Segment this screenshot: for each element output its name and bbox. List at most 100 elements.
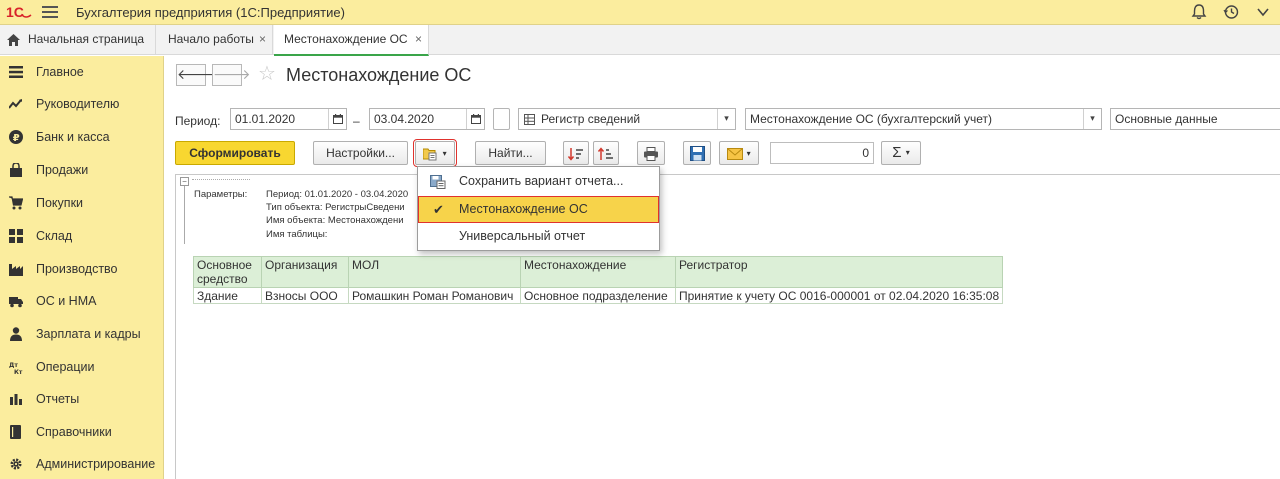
sidebar-item-sales[interactable]: Продажи [0,154,164,186]
param-object-type: Тип объекта: РегистрыСведени [266,202,405,213]
tab-home[interactable]: Начальная страница [0,25,156,55]
bar-chart-icon [10,394,22,405]
sum-button[interactable]: Σ ▾ [881,141,921,165]
svg-text:1C: 1C [6,4,24,20]
ruble-icon: ₽ [9,130,23,144]
sidebar-item-administration[interactable]: Администрирование [0,448,164,479]
sort-descending-button[interactable] [593,141,619,165]
generate-button[interactable]: Сформировать [175,141,295,165]
sidebar-item-bank[interactable]: ₽ Банк и касса [0,121,164,153]
settings-button[interactable]: Настройки... [313,141,408,165]
period-label: Период: [175,114,221,128]
print-button[interactable] [637,141,665,165]
main-menu-icon[interactable] [42,6,58,18]
history-icon[interactable] [1222,3,1240,21]
close-icon[interactable]: × [415,25,422,54]
sidebar-item-label: Продажи [36,163,89,177]
sidebar-item-label: Руководителю [36,97,120,111]
envelope-icon [727,147,744,160]
dt-kt-icon: ДтКт [9,362,23,374]
sidebar-item-reports[interactable]: Отчеты [0,383,164,415]
1c-logo-icon[interactable]: 1C [6,4,32,20]
cart-icon [9,196,23,210]
chevron-down-icon[interactable] [1254,3,1272,21]
selected-cell [192,179,250,185]
title-bar: 1C Бухгалтерия предприятия (1С:Предприят… [0,0,1280,25]
calendar-icon[interactable] [328,109,346,129]
column-header-registrar[interactable]: Регистратор [674,256,1004,288]
page-title: Местонахождение ОС [286,65,472,85]
param-object-name: Имя объекта: Местонахождени [266,215,404,226]
sidebar-item-manager[interactable]: Руководителю [0,88,164,120]
column-header-location[interactable]: Местонахождение [520,256,676,288]
sort-ascending-button[interactable] [563,141,589,165]
menu-item-save-variant[interactable]: Сохранить вариант отчета... [418,168,659,195]
save-variant-icon [430,175,446,189]
source-type-select[interactable]: Регистр сведений ▾ [518,108,736,130]
table-cell[interactable]: Основное подразделение [520,287,676,304]
tab-start-work[interactable]: Начало работы × [157,25,273,55]
home-icon [7,34,20,46]
table-cell[interactable]: Принятие к учету ОС 0016-000001 от 02.04… [674,287,1004,304]
sidebar-item-label: Зарплата и кадры [36,327,141,341]
table-select-value: Основные данные [1115,112,1218,126]
table-select[interactable]: Основные данные [1110,108,1280,130]
table-cell[interactable]: Ромашкин Роман Романович [348,287,521,304]
trend-icon [9,99,22,109]
close-icon[interactable]: × [259,25,266,54]
calendar-icon[interactable] [466,109,484,129]
bell-icon[interactable] [1190,3,1208,21]
sidebar-item-catalogs[interactable]: Справочники [0,416,164,448]
save-button[interactable] [683,141,711,165]
truck-icon [9,297,23,308]
column-header-asset[interactable]: Основное средство [193,256,262,288]
menu-item-label: Универсальный отчет [459,229,586,243]
sidebar-item-main[interactable]: Главное [0,56,164,88]
sidebar-item-payroll[interactable]: Зарплата и кадры [0,318,164,350]
report-output[interactable]: − Параметры: Период: 01.01.2020 - 03.04.… [175,174,1280,479]
table-row[interactable]: Здание Взносы ООО Ромашкин Роман Романов… [193,287,1004,304]
table-cell[interactable]: Взносы ООО [261,287,349,304]
forward-button[interactable]: 🡒 [212,64,251,86]
menu-item-universal-report[interactable]: Универсальный отчет [418,223,659,250]
report-variant-button[interactable]: ▾ [413,139,457,167]
gear-icon [10,458,22,470]
date-to-field[interactable]: 03.04.2020 [369,108,485,130]
grid-icon [9,229,23,243]
tab-label: Местонахождение ОС [284,32,408,46]
sidebar-item-label: Склад [36,229,73,243]
send-email-button[interactable]: ▾ [719,141,759,165]
chevron-down-icon[interactable]: ▾ [1083,109,1101,129]
menu-item-asset-location[interactable]: ✔ Местонахождение ОС [418,196,659,223]
sidebar-item-label: Покупки [36,196,84,210]
tab-label: Начало работы [168,32,254,46]
period-select-button[interactable] [493,108,510,130]
find-button[interactable]: Найти... [475,141,546,165]
sidebar-item-warehouse[interactable]: Склад [0,220,164,252]
chevron-down-icon[interactable]: ▾ [717,109,735,129]
register-icon [524,114,535,125]
sidebar-item-production[interactable]: Производство [0,253,164,285]
date-from-field[interactable]: 01.01.2020 [230,108,347,130]
tab-asset-location[interactable]: Местонахождение ОС × [274,25,429,56]
sidebar-item-operations[interactable]: Дт Кт Операции [0,351,164,383]
source-name-select[interactable]: Местонахождение ОС (бухгалтерский учет) … [745,108,1102,130]
sidebar-item-fixed-assets[interactable]: ОС и НМА [0,285,164,317]
selected-sum-field[interactable]: 0 [770,142,874,164]
sidebar-item-purchases[interactable]: Покупки [0,187,164,219]
sidebar: Главное Руководителю ₽ Банк и касса Прод… [0,56,164,479]
table-cell[interactable]: Здание [193,287,262,304]
menu-item-label: Сохранить вариант отчета... [459,174,624,188]
svg-text:₽: ₽ [13,133,20,144]
back-button[interactable]: 🡐 [176,64,215,86]
date-to-value: 03.04.2020 [374,112,435,126]
floppy-disk-icon [689,146,705,162]
column-header-mol[interactable]: МОЛ [348,256,521,288]
svg-text:Дт: Дт [9,362,18,369]
favorite-star-icon[interactable]: ☆ [258,64,276,84]
collapse-toggle[interactable]: − [180,177,189,186]
column-header-organization[interactable]: Организация [261,256,349,288]
factory-icon [9,264,23,276]
book-icon [10,425,21,439]
app-title: Бухгалтерия предприятия (1С:Предприятие) [76,5,345,20]
